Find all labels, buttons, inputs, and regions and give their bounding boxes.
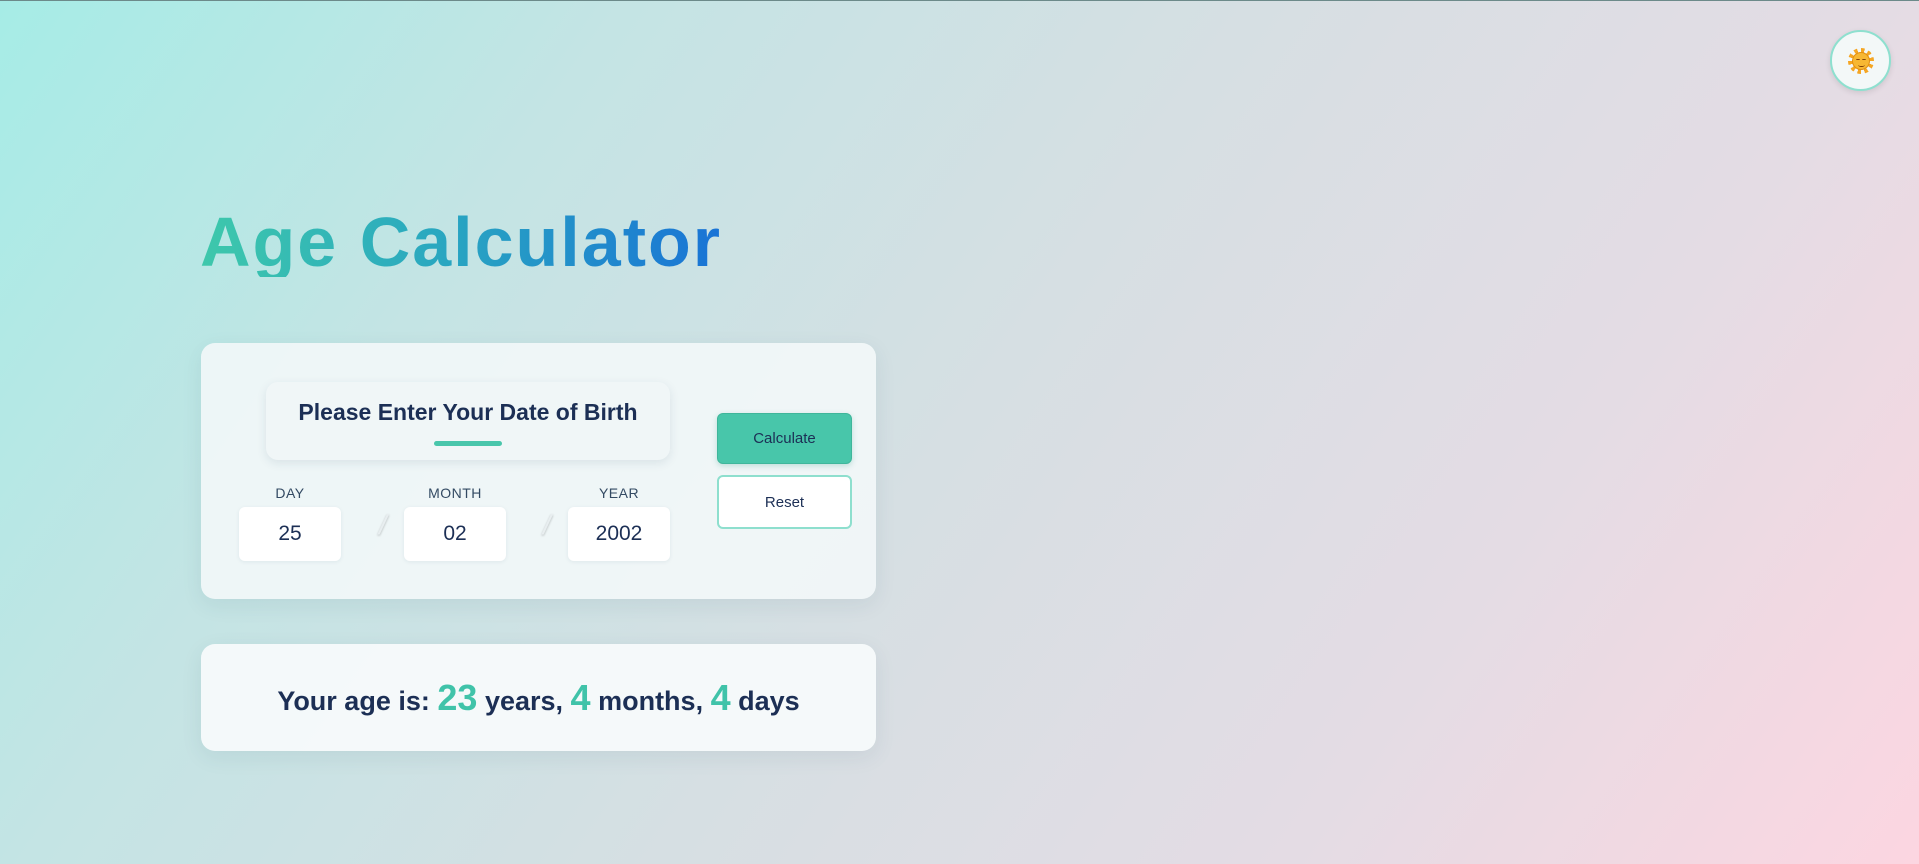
prompt-box: Please Enter Your Date of Birth [266, 382, 670, 460]
year-input[interactable]: 2002 [568, 507, 670, 561]
sun-face-icon [1847, 47, 1874, 74]
calculate-button[interactable]: Calculate [717, 413, 852, 464]
reset-button[interactable]: Reset [717, 475, 852, 529]
month-label: MONTH [428, 485, 482, 501]
year-label: YEAR [598, 485, 640, 501]
month-input[interactable]: 02 [404, 507, 506, 561]
days-label: days [738, 685, 800, 716]
day-input[interactable]: 25 [239, 507, 341, 561]
months-value: 4 [570, 676, 591, 718]
result-card: Your age is: 23 years, 4 months, 4 days [201, 644, 876, 751]
years-label: years, [484, 685, 564, 716]
days-value: 4 [710, 676, 731, 718]
date-of-birth-form: Please Enter Your Date of Birth DAY 25 /… [201, 343, 876, 599]
day-label: DAY [275, 485, 305, 501]
page-title: Age Calculator [200, 203, 722, 281]
result-prefix: Your age is: [277, 685, 430, 716]
years-value: 23 [437, 676, 478, 718]
months-label: months, [598, 685, 704, 716]
age-result: Your age is: 23 years, 4 months, 4 days [277, 677, 799, 719]
prompt-underline [434, 441, 502, 446]
theme-toggle-button[interactable] [1830, 30, 1891, 91]
date-separator: / [543, 509, 551, 540]
date-separator: / [379, 509, 387, 540]
prompt-text: Please Enter Your Date of Birth [298, 399, 638, 425]
